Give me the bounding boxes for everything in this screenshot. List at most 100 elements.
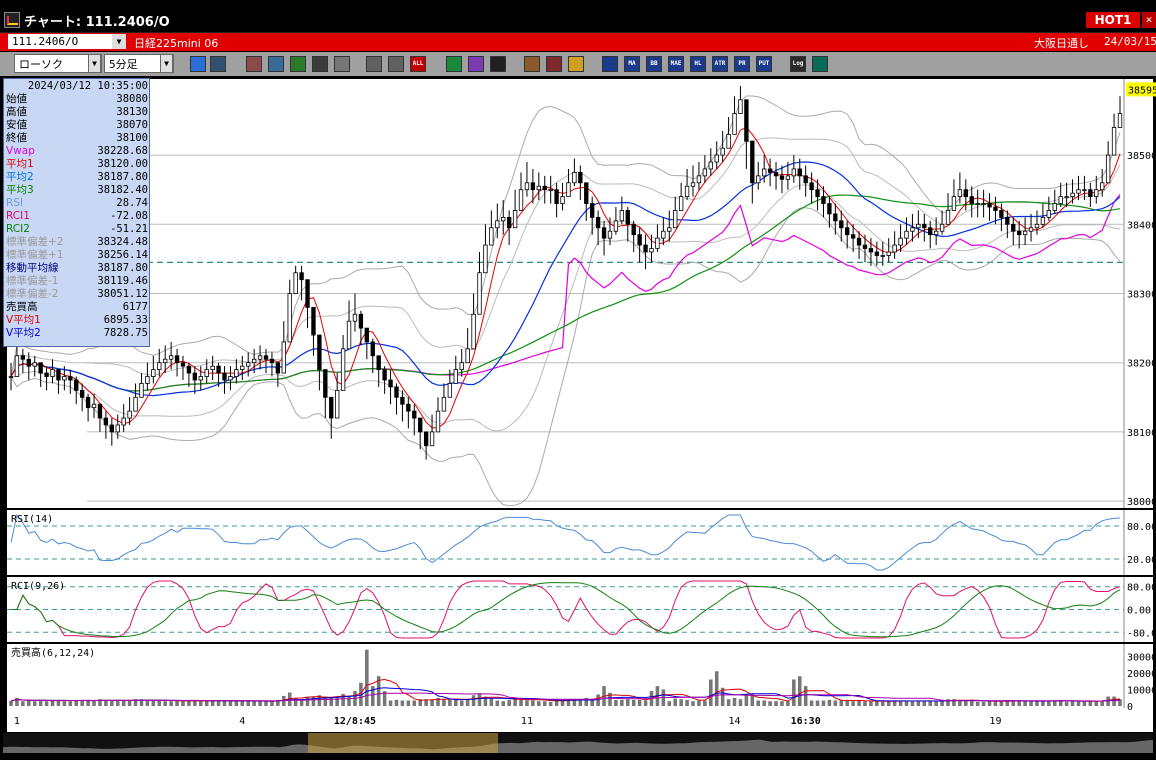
- volume-bar: [406, 700, 411, 706]
- candle-body: [625, 210, 630, 225]
- volume-bar: [252, 701, 256, 706]
- candle-body: [305, 279, 310, 308]
- volume-bar: [151, 700, 156, 706]
- volume-bar: [181, 701, 185, 706]
- info-label: 標準偏差+1: [6, 249, 64, 261]
- eraser-icon[interactable]: [490, 56, 506, 72]
- crosshair-icon[interactable]: [210, 56, 226, 72]
- volume-bar: [637, 699, 642, 706]
- candle-body: [246, 362, 251, 367]
- volume-bar: [548, 701, 553, 706]
- atr-label[interactable]: ATR: [712, 56, 728, 72]
- price-tick-label: 38000: [1127, 497, 1156, 508]
- candle-body: [957, 189, 963, 198]
- zoom-icon[interactable]: [190, 56, 206, 72]
- candle-body: [601, 227, 607, 239]
- candle-body: [168, 355, 174, 360]
- candle-body: [524, 182, 530, 191]
- candle-body: [1058, 196, 1063, 204]
- hl-label[interactable]: HL: [690, 56, 706, 72]
- log-label[interactable]: Log: [790, 56, 806, 72]
- candle-body: [1105, 154, 1111, 184]
- candle-body: [133, 396, 138, 412]
- info-value: 38080: [116, 93, 148, 105]
- candle-body: [50, 369, 55, 377]
- volume-bar: [863, 701, 867, 706]
- info-value: 38100: [116, 132, 148, 144]
- info-value: 38130: [116, 106, 148, 118]
- candle-icon[interactable]: [366, 56, 382, 72]
- close-icon[interactable]: ×: [1142, 12, 1156, 28]
- ma-label[interactable]: MA: [624, 56, 640, 72]
- wrench-icon[interactable]: [546, 56, 562, 72]
- rci-tick-label: 80.00: [1127, 583, 1156, 594]
- pencil-icon[interactable]: [446, 56, 462, 72]
- candle-body: [922, 223, 927, 229]
- candle-body: [1117, 113, 1123, 128]
- info-row: 平均2 38187.80: [4, 171, 150, 184]
- info-label: 標準偏差-1: [6, 275, 59, 287]
- info-datetime: 2024/03/12 10:35:00: [27, 80, 148, 92]
- candle-body: [68, 376, 73, 381]
- candle-body: [667, 227, 672, 232]
- info-label: RCI1: [6, 210, 30, 222]
- bracket-icon[interactable]: [312, 56, 328, 72]
- symbol-dropdown-icon[interactable]: ▼: [112, 34, 126, 49]
- candle-body: [530, 182, 536, 191]
- clear-icon[interactable]: [334, 56, 350, 72]
- overview-scroller[interactable]: [3, 733, 1153, 753]
- candle-body: [287, 293, 292, 343]
- candle-body: [821, 196, 826, 204]
- candle-body: [839, 220, 844, 229]
- period-dropdown-icon[interactable]: ▼: [160, 54, 173, 73]
- bb-label[interactable]: BB: [646, 56, 662, 72]
- overview-handle[interactable]: [308, 733, 498, 753]
- volume-bar: [121, 700, 126, 706]
- gear-icon[interactable]: [524, 56, 540, 72]
- pr-label[interactable]: PR: [734, 56, 750, 72]
- info-label: V平均1: [6, 314, 41, 326]
- hand-icon[interactable]: [246, 56, 262, 72]
- chart-area[interactable]: 38000 38100 38200 38300 38400 38500 38595 20.00…: [0, 76, 1156, 733]
- candle-body: [815, 189, 820, 198]
- candle-all-icon[interactable]: [388, 56, 404, 72]
- chart-type-dropdown-icon[interactable]: ▼: [88, 54, 101, 73]
- info-label: V平均2: [6, 327, 41, 339]
- volume-bar: [726, 699, 731, 706]
- info-value: -51.21: [110, 223, 148, 235]
- rci-tick-label: -80.0: [1127, 628, 1156, 639]
- volume-bar: [264, 701, 268, 706]
- volume-bar: [922, 701, 927, 706]
- candle-body: [696, 175, 702, 184]
- symbol-code-input[interactable]: 111.2406/O: [8, 34, 112, 49]
- candle-body: [85, 396, 91, 409]
- grid-icon[interactable]: [602, 56, 618, 72]
- info-value: 38187.80: [97, 262, 148, 274]
- exit-icon[interactable]: [812, 56, 828, 72]
- candle-body: [809, 182, 814, 191]
- current-price-label: 38595: [1128, 85, 1156, 96]
- info-label: 標準偏差-2: [6, 288, 59, 300]
- magnify-icon[interactable]: [268, 56, 284, 72]
- hot-button[interactable]: HOT1: [1086, 12, 1140, 28]
- put-label[interactable]: PUT: [756, 56, 772, 72]
- volume-bar: [673, 698, 677, 706]
- candle-body: [845, 227, 850, 236]
- volume-bar: [738, 699, 743, 706]
- info-value: 38119.46: [97, 275, 148, 287]
- candle-body: [483, 244, 488, 274]
- info-row: RSI 28.74: [4, 197, 150, 210]
- candle-body: [506, 216, 512, 229]
- palette-icon[interactable]: [568, 56, 584, 72]
- arrow-icon[interactable]: [468, 56, 484, 72]
- line-icon[interactable]: [290, 56, 306, 72]
- volume-bar: [1023, 701, 1027, 706]
- candle-body: [234, 369, 239, 377]
- volume-bar: [809, 700, 814, 706]
- volume-bar: [1035, 701, 1039, 706]
- candle-body: [684, 185, 690, 198]
- mae-label[interactable]: MAE: [668, 56, 684, 72]
- all-label[interactable]: ALL: [410, 56, 426, 72]
- volume-bar: [1076, 701, 1081, 706]
- volume-bar: [667, 701, 672, 706]
